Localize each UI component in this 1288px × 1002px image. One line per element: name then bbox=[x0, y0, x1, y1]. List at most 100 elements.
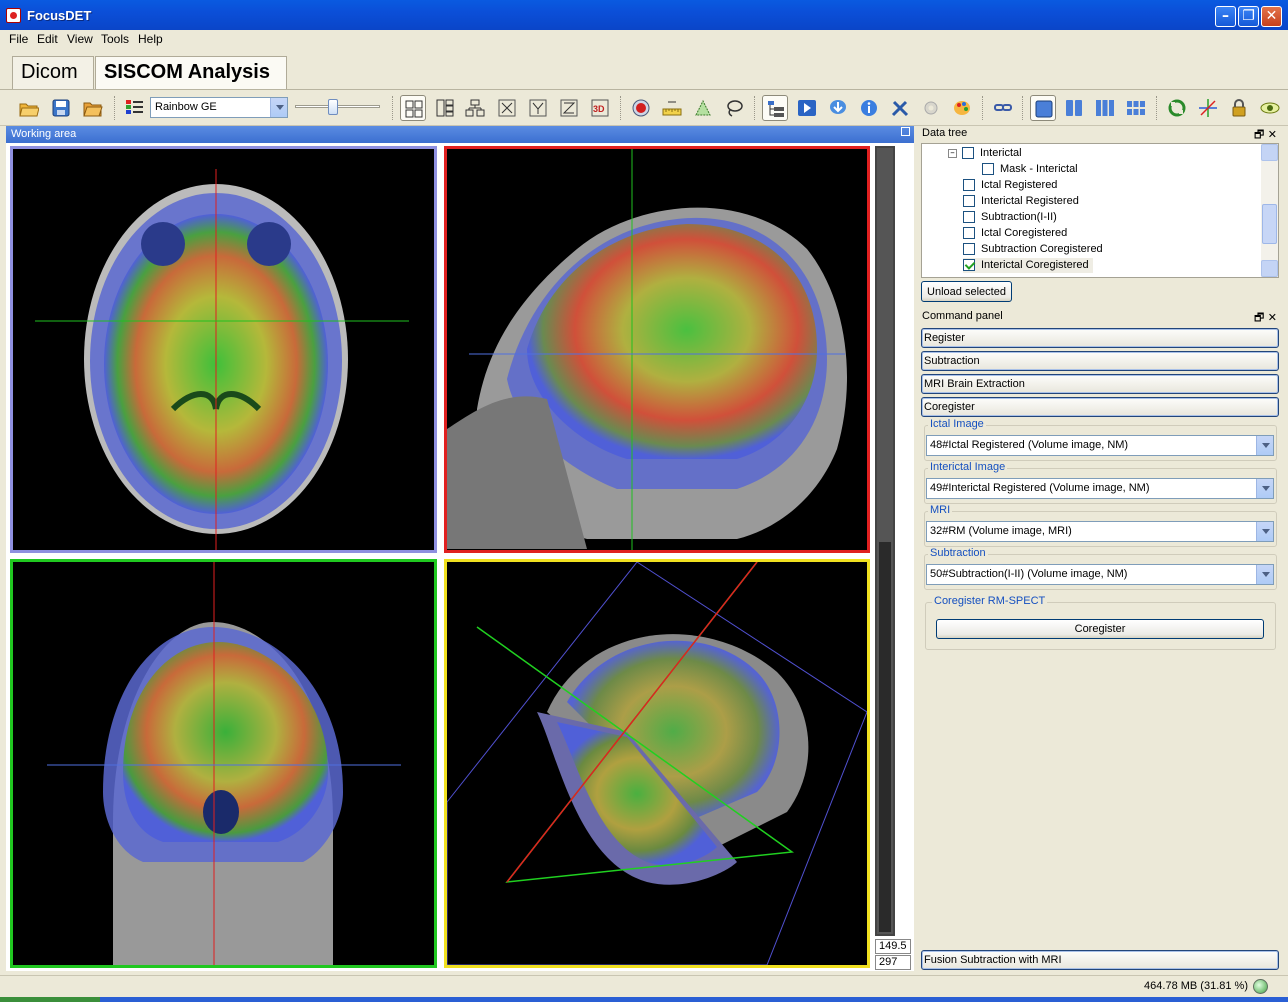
tree-checkbox[interactable] bbox=[963, 179, 975, 191]
subtraction-select[interactable]: 50#Subtraction(I-II) (Volume image, NM) bbox=[926, 564, 1274, 585]
collapse-node-icon[interactable]: – bbox=[948, 149, 957, 158]
panel-buttons[interactable]: 🗗 ✕ bbox=[1254, 309, 1277, 328]
tree-checkbox[interactable] bbox=[982, 163, 994, 175]
menu-view[interactable]: View bbox=[67, 32, 93, 46]
fusion-subtraction-button[interactable]: Fusion Subtraction with MRI bbox=[921, 950, 1279, 970]
roi-button[interactable] bbox=[690, 95, 716, 121]
visibility-button[interactable] bbox=[1257, 95, 1283, 121]
link-button[interactable] bbox=[990, 95, 1016, 121]
ictal-image-select[interactable]: 48#Ictal Registered (Volume image, NM) bbox=[926, 435, 1274, 456]
tools-button[interactable] bbox=[887, 95, 913, 121]
mri-brain-extraction-button[interactable]: MRI Brain Extraction bbox=[921, 374, 1279, 394]
lock-button[interactable] bbox=[1226, 95, 1252, 121]
record-icon bbox=[632, 99, 650, 117]
data-tree-button[interactable] bbox=[762, 95, 788, 121]
view-y-button[interactable] bbox=[525, 95, 551, 121]
axial-brain-image bbox=[35, 169, 409, 550]
tree-item-interictal-coregistered[interactable]: Interictal Coregistered bbox=[963, 258, 1093, 273]
unload-selected-button[interactable]: Unload selected bbox=[921, 281, 1012, 302]
maximize-panel-icon[interactable] bbox=[901, 127, 910, 136]
close-panel-icon[interactable]: ✕ bbox=[1268, 311, 1277, 324]
tree-checkbox[interactable] bbox=[963, 195, 975, 207]
opacity-slider[interactable] bbox=[295, 98, 380, 118]
layout-tree-button[interactable] bbox=[462, 95, 488, 121]
layout-1plus3-button[interactable] bbox=[432, 95, 458, 121]
tab-siscom-analysis[interactable]: SISCOM Analysis bbox=[95, 56, 287, 89]
interictal-image-select[interactable]: 49#Interictal Registered (Volume image, … bbox=[926, 478, 1274, 499]
3d-view[interactable] bbox=[444, 559, 870, 968]
lasso-button[interactable] bbox=[721, 95, 747, 121]
menu-help[interactable]: Help bbox=[138, 32, 163, 46]
working-area-title: Working area bbox=[11, 128, 77, 140]
mri-label: MRI bbox=[928, 504, 953, 516]
open-recent-button[interactable] bbox=[80, 95, 106, 121]
menu-tools[interactable]: Tools bbox=[101, 32, 129, 46]
tree-checkbox[interactable] bbox=[963, 243, 975, 255]
ruler-icon bbox=[662, 101, 682, 116]
axial-view[interactable] bbox=[10, 146, 437, 553]
minimize-button[interactable]: – bbox=[1215, 6, 1236, 27]
status-bar: 464.78 MB (31.81 %) bbox=[0, 975, 1288, 997]
float-panel-icon[interactable]: 🗗 bbox=[1254, 311, 1264, 324]
record-button[interactable] bbox=[628, 95, 654, 121]
play-button[interactable] bbox=[794, 95, 820, 121]
two-pane-icon bbox=[1066, 100, 1082, 116]
slice-slider[interactable] bbox=[875, 146, 895, 936]
mri-select[interactable]: 32#RM (Volume image, MRI) bbox=[926, 521, 1274, 542]
tree-view-icon bbox=[768, 101, 784, 117]
tree-checkbox[interactable] bbox=[962, 147, 974, 159]
settings-button[interactable] bbox=[918, 95, 944, 121]
download-button[interactable] bbox=[825, 95, 851, 121]
toolbar-separator bbox=[754, 96, 756, 120]
reset-button[interactable] bbox=[1164, 95, 1190, 121]
open-folder-button[interactable] bbox=[16, 95, 42, 121]
palette-select[interactable]: Rainbow GE bbox=[150, 97, 288, 118]
scroll-down-icon[interactable] bbox=[1261, 260, 1278, 277]
scroll-thumb[interactable] bbox=[1262, 204, 1277, 244]
save-button[interactable] bbox=[48, 95, 74, 121]
coregister-button[interactable]: Coregister bbox=[936, 619, 1264, 639]
close-button[interactable]: ✕ bbox=[1261, 6, 1282, 27]
measure-button[interactable] bbox=[659, 95, 685, 121]
single-view-button[interactable] bbox=[1030, 95, 1056, 121]
info-button[interactable] bbox=[856, 95, 882, 121]
tree-checkbox[interactable] bbox=[963, 227, 975, 239]
view-x-button[interactable] bbox=[494, 95, 520, 121]
view-z-button[interactable] bbox=[556, 95, 582, 121]
coregister-section-button[interactable]: Coregister bbox=[921, 397, 1279, 417]
tree-checkbox[interactable] bbox=[963, 211, 975, 223]
menu-bar: File Edit View Tools Help bbox=[0, 30, 1288, 50]
view-3d-button[interactable]: 3D bbox=[587, 95, 613, 121]
menu-edit[interactable]: Edit bbox=[37, 32, 58, 46]
ictal-image-label: Ictal Image bbox=[928, 418, 986, 430]
sagittal-view[interactable] bbox=[444, 146, 870, 553]
menu-file[interactable]: File bbox=[9, 32, 28, 46]
three-pane-icon bbox=[1096, 100, 1114, 116]
tree-checkbox-checked[interactable] bbox=[963, 259, 975, 271]
tab-bar: Dicom SISCOM Analysis bbox=[0, 50, 1288, 90]
tab-dicom[interactable]: Dicom bbox=[12, 56, 94, 89]
working-area-header: Working area bbox=[6, 126, 914, 143]
grid-layout-icon bbox=[405, 100, 423, 118]
data-tree-title: Data tree bbox=[922, 127, 968, 139]
command-panel-header: Command panel 🗗 ✕ bbox=[920, 309, 1280, 325]
maximize-button[interactable]: ❐ bbox=[1238, 6, 1259, 27]
lasso-icon bbox=[727, 100, 743, 117]
subtraction-button[interactable]: Subtraction bbox=[921, 351, 1279, 371]
two-column-button[interactable] bbox=[1061, 95, 1087, 121]
register-button[interactable]: Register bbox=[921, 328, 1279, 348]
close-panel-icon[interactable]: ✕ bbox=[1268, 128, 1277, 141]
coronal-view[interactable] bbox=[10, 559, 437, 968]
layout-columns-icon bbox=[436, 99, 454, 117]
slider-thumb[interactable] bbox=[328, 99, 338, 115]
crosshair-button[interactable] bbox=[1195, 95, 1221, 121]
toolbar-separator bbox=[1022, 96, 1024, 120]
colors-button[interactable] bbox=[949, 95, 975, 121]
layout-2x2-button[interactable] bbox=[400, 95, 426, 121]
palette-button[interactable] bbox=[122, 95, 146, 121]
grid-view-button[interactable] bbox=[1123, 95, 1149, 121]
three-column-button[interactable] bbox=[1092, 95, 1118, 121]
tree-scrollbar[interactable] bbox=[1261, 144, 1278, 277]
float-panel-icon[interactable]: 🗗 bbox=[1254, 128, 1264, 141]
scroll-up-icon[interactable] bbox=[1261, 144, 1278, 161]
